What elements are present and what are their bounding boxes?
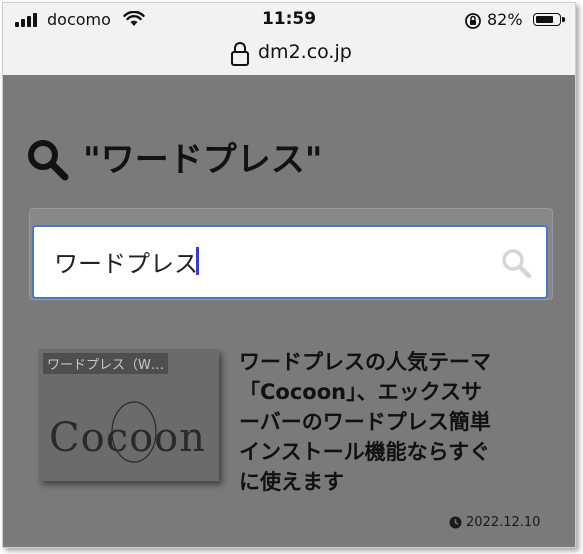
article-title-line: に使えます (239, 470, 344, 494)
battery-level (536, 16, 553, 23)
padlock-icon (231, 42, 249, 66)
phone-screenshot: docomo 11:59 82% dm2.co.jp "ワードプレス" ワードプ… (2, 2, 576, 548)
article-title-line: インストール機能ならすぐ (239, 440, 491, 464)
article-thumbnail[interactable]: ワードプレス（W… Cocoon (39, 349, 219, 481)
clock-icon (449, 516, 462, 529)
article-date: 2022.12.10 (466, 515, 541, 530)
battery-icon (533, 13, 561, 26)
page-content: "ワードプレス" ワードプレス（W… Cocoon ワードプレスの人気テーマ 「… (3, 75, 575, 547)
text-cursor (196, 247, 199, 275)
article-title-line: ーバーのワードプレス簡単 (239, 410, 491, 434)
rotation-lock-icon (465, 13, 481, 29)
search-form (32, 225, 548, 299)
address-bar[interactable]: dm2.co.jp (3, 37, 575, 75)
thumbnail-category-label: ワードプレス（W… (43, 353, 168, 374)
article-title-line: 「Cocoon」、エックスサ (239, 380, 482, 404)
search-input[interactable] (54, 243, 474, 279)
search-submit-icon[interactable] (500, 247, 532, 279)
search-icon (28, 140, 69, 181)
search-results-heading: "ワードプレス" (83, 140, 323, 180)
url-text[interactable]: dm2.co.jp (258, 41, 352, 63)
battery-cap (562, 17, 565, 22)
battery-percent: 82% (487, 10, 523, 29)
article-title-line: ワードプレスの人気テーマ (239, 350, 491, 374)
status-bar: docomo 11:59 82% (3, 3, 575, 37)
article-title[interactable]: ワードプレスの人気テーマ 「Cocoon」、エックスサ ーバーのワードプレス簡単… (239, 347, 549, 497)
thumbnail-logo-text: Cocoon (49, 415, 207, 461)
